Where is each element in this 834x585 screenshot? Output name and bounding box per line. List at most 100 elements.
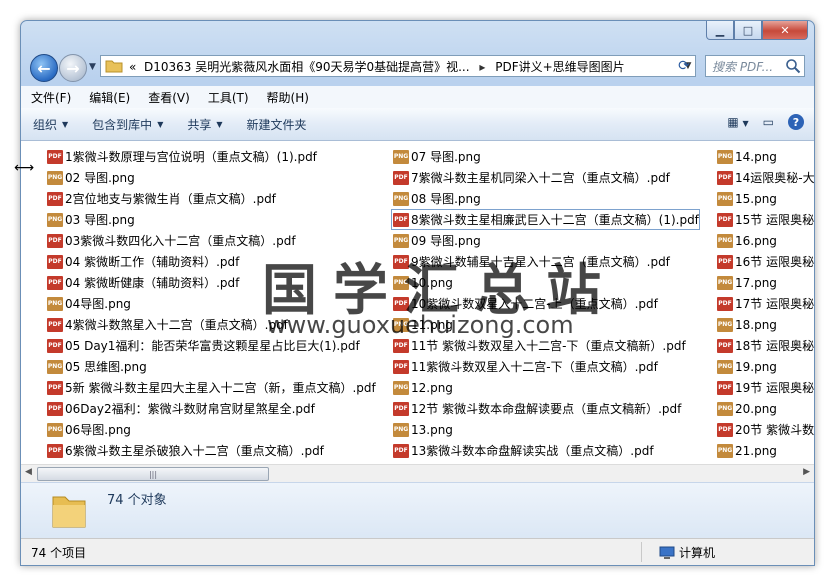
file-item[interactable]: PNG 15.png xyxy=(717,188,814,209)
forward-button[interactable]: → xyxy=(59,54,87,82)
folder-icon xyxy=(105,60,123,73)
search-box[interactable]: 搜索 PDF... xyxy=(705,55,805,77)
scrollbar-thumb[interactable]: ||| xyxy=(37,467,269,481)
file-item[interactable]: PDF 06Day2福利：紫微斗数财帛宫财星煞星全.pdf xyxy=(47,398,376,419)
computer-icon xyxy=(659,546,675,559)
file-item[interactable]: PNG 14.png xyxy=(717,146,814,167)
file-item[interactable]: PDF 16节 运限奥秘 xyxy=(717,251,814,272)
file-item[interactable]: PDF 8紫微斗数主星相廉武巨入十二宫（重点文稿）(1).pdf xyxy=(391,209,700,230)
file-item[interactable]: PNG 04导图.png xyxy=(47,293,376,314)
file-item[interactable]: PNG 05 思维图.png xyxy=(47,356,376,377)
file-name: 05 思维图.png xyxy=(65,360,147,374)
path-separator[interactable]: ▸ xyxy=(479,60,485,74)
close-button[interactable]: ✕ xyxy=(762,21,808,40)
file-item[interactable]: PNG 11.png xyxy=(393,314,700,335)
forward-arrow-icon: → xyxy=(66,58,80,78)
file-item[interactable]: PDF 17节 运限奥秘 xyxy=(717,293,814,314)
file-item[interactable]: PDF 15节 运限奥秘 xyxy=(717,209,814,230)
file-item[interactable]: PDF 18节 运限奥秘 xyxy=(717,335,814,356)
file-item[interactable]: PNG 21.png xyxy=(717,440,814,461)
file-item[interactable]: PNG 03 导图.png xyxy=(47,209,376,230)
menu-file[interactable]: 文件(F) xyxy=(23,89,79,106)
explorer-window: ▁ □ ✕ ← → ▼ « D10363 吴明光紫薇风水面相《90天易学0基础提… xyxy=(20,20,815,566)
share-button[interactable]: 共享 ▼ xyxy=(175,116,234,133)
file-item[interactable]: PDF 19节 运限奥秘 xyxy=(717,377,814,398)
file-item[interactable]: PDF 2宫位地支与紫微生肖（重点文稿）.pdf xyxy=(47,188,376,209)
file-item[interactable]: PNG 20.png xyxy=(717,398,814,419)
pdf-file-icon: PDF xyxy=(393,212,409,227)
file-item[interactable]: PNG 17.png xyxy=(717,272,814,293)
address-bar[interactable]: « D10363 吴明光紫薇风水面相《90天易学0基础提高营》视... ▸ PD… xyxy=(100,55,696,77)
file-item[interactable]: PDF 9紫微斗数辅星十吉星入十二宫（重点文稿）.pdf xyxy=(393,251,700,272)
address-prefix[interactable]: « xyxy=(129,60,136,74)
file-item[interactable]: PDF 4紫微斗数煞星入十二宫（重点文稿）.pdf xyxy=(47,314,376,335)
address-path: « D10363 吴明光紫薇风水面相《90天易学0基础提高营》视... ▸ PD… xyxy=(129,58,681,75)
file-item[interactable]: PNG 09 导图.png xyxy=(393,230,700,251)
file-item[interactable]: PDF 14运限奥秘-大 xyxy=(717,167,814,188)
file-item[interactable]: PDF 03紫微斗数四化入十二宫（重点文稿）.pdf xyxy=(47,230,376,251)
file-item[interactable]: PNG 07 导图.png xyxy=(393,146,700,167)
png-file-icon: PNG xyxy=(393,380,409,395)
file-name: 03 导图.png xyxy=(65,213,135,227)
file-name: 06导图.png xyxy=(65,423,131,437)
file-list: PDF 1紫微斗数原理与宫位说明（重点文稿）(1).pdf PNG 02 导图.png… xyxy=(21,141,814,464)
file-item[interactable]: PNG 18.png xyxy=(717,314,814,335)
file-item[interactable]: PDF 04 紫微断健康（辅助资料）.pdf xyxy=(47,272,376,293)
file-item[interactable]: PDF 5新 紫微斗数主星四大主星入十二宫（新，重点文稿）.pdf xyxy=(47,377,376,398)
share-label: 共享 xyxy=(187,117,212,132)
file-item[interactable]: PDF 1紫微斗数原理与宫位说明（重点文稿）(1).pdf xyxy=(47,146,376,167)
file-name: 20.png xyxy=(735,401,777,416)
organize-button[interactable]: 组织 ▼ xyxy=(21,116,80,133)
file-item[interactable]: PNG 13.png xyxy=(393,419,700,440)
status-divider xyxy=(641,542,642,562)
file-item[interactable]: PNG 06导图.png xyxy=(47,419,376,440)
file-item[interactable]: PNG 02 导图.png xyxy=(47,167,376,188)
file-item[interactable]: PDF 11紫微斗数双星入十二宫-下（重点文稿）.pdf xyxy=(393,356,700,377)
file-item[interactable]: PDF 7紫微斗数主星机同梁入十二宫（重点文稿）.pdf xyxy=(393,167,700,188)
file-item[interactable]: PDF 6紫微斗数主星杀破狼入十二宫（重点文稿）.pdf xyxy=(47,440,376,461)
search-placeholder[interactable]: 搜索 PDF... xyxy=(706,58,785,75)
horizontal-scrollbar[interactable]: ◀ ||| ▶ xyxy=(21,464,814,482)
maximize-button[interactable]: □ xyxy=(734,21,762,40)
search-icon[interactable] xyxy=(785,58,801,74)
include-in-library-button[interactable]: 包含到库中 ▼ xyxy=(80,116,175,133)
menu-help[interactable]: 帮助(H) xyxy=(259,89,317,106)
view-options-button[interactable]: ▦ ▼ xyxy=(727,115,748,129)
recent-pages-dropdown[interactable]: ▼ xyxy=(89,62,96,72)
png-file-icon: PNG xyxy=(717,317,733,332)
file-name: 14运限奥秘-大 xyxy=(735,171,814,185)
file-item[interactable]: PNG 12.png xyxy=(393,377,700,398)
file-item[interactable]: PNG 10.png xyxy=(393,272,700,293)
pdf-file-icon: PDF xyxy=(717,380,733,395)
new-folder-button[interactable]: 新建文件夹 xyxy=(235,116,319,133)
file-item[interactable]: PDF 04 紫微断工作（辅助资料）.pdf xyxy=(47,251,376,272)
menu-tools[interactable]: 工具(T) xyxy=(200,89,257,106)
file-name: 11.png xyxy=(411,317,453,332)
file-item[interactable]: PNG 08 导图.png xyxy=(393,188,700,209)
minimize-button[interactable]: ▁ xyxy=(706,21,734,40)
file-item[interactable]: PNG 19.png xyxy=(717,356,814,377)
scroll-left-icon[interactable]: ◀ xyxy=(25,467,32,477)
file-item[interactable]: PNG 16.png xyxy=(717,230,814,251)
pdf-file-icon: PDF xyxy=(717,422,733,437)
file-item[interactable]: PDF 05 Day1福利：能否荣华富贵这颗星星占比巨大(1).pdf xyxy=(47,335,376,356)
file-name: 04 紫微断健康（辅助资料）.pdf xyxy=(65,276,240,290)
file-item[interactable]: PDF 11节 紫微斗数双星入十二宫-下（重点文稿新）.pdf xyxy=(393,335,700,356)
menu-view[interactable]: 查看(V) xyxy=(140,89,198,106)
include-label: 包含到库中 xyxy=(92,117,153,132)
path-current[interactable]: PDF讲义+思维导图图片 xyxy=(495,60,624,74)
scroll-right-icon[interactable]: ▶ xyxy=(803,467,810,477)
png-file-icon: PNG xyxy=(717,401,733,416)
file-name: 07 导图.png xyxy=(411,150,481,164)
file-item[interactable]: PDF 20节 紫微斗数 xyxy=(717,419,814,440)
refresh-icon[interactable]: ⟳ xyxy=(672,55,696,77)
back-button[interactable]: ← xyxy=(30,54,58,82)
path-parent[interactable]: D10363 吴明光紫薇风水面相《90天易学0基础提高营》视... xyxy=(144,60,470,74)
file-item[interactable]: PDF 12节 紫微斗数本命盘解读要点（重点文稿新）.pdf xyxy=(393,398,700,419)
preview-pane-icon[interactable]: ▭ xyxy=(763,115,774,129)
file-item[interactable]: PDF 13紫微斗数本命盘解读实战（重点文稿）.pdf xyxy=(393,440,700,461)
file-item[interactable]: PDF 10紫微斗数双星入十二宫-上（重点文稿）.pdf xyxy=(393,293,700,314)
menu-edit[interactable]: 编辑(E) xyxy=(81,89,138,106)
file-name: 17.png xyxy=(735,275,777,290)
help-icon[interactable]: ? xyxy=(788,114,804,130)
